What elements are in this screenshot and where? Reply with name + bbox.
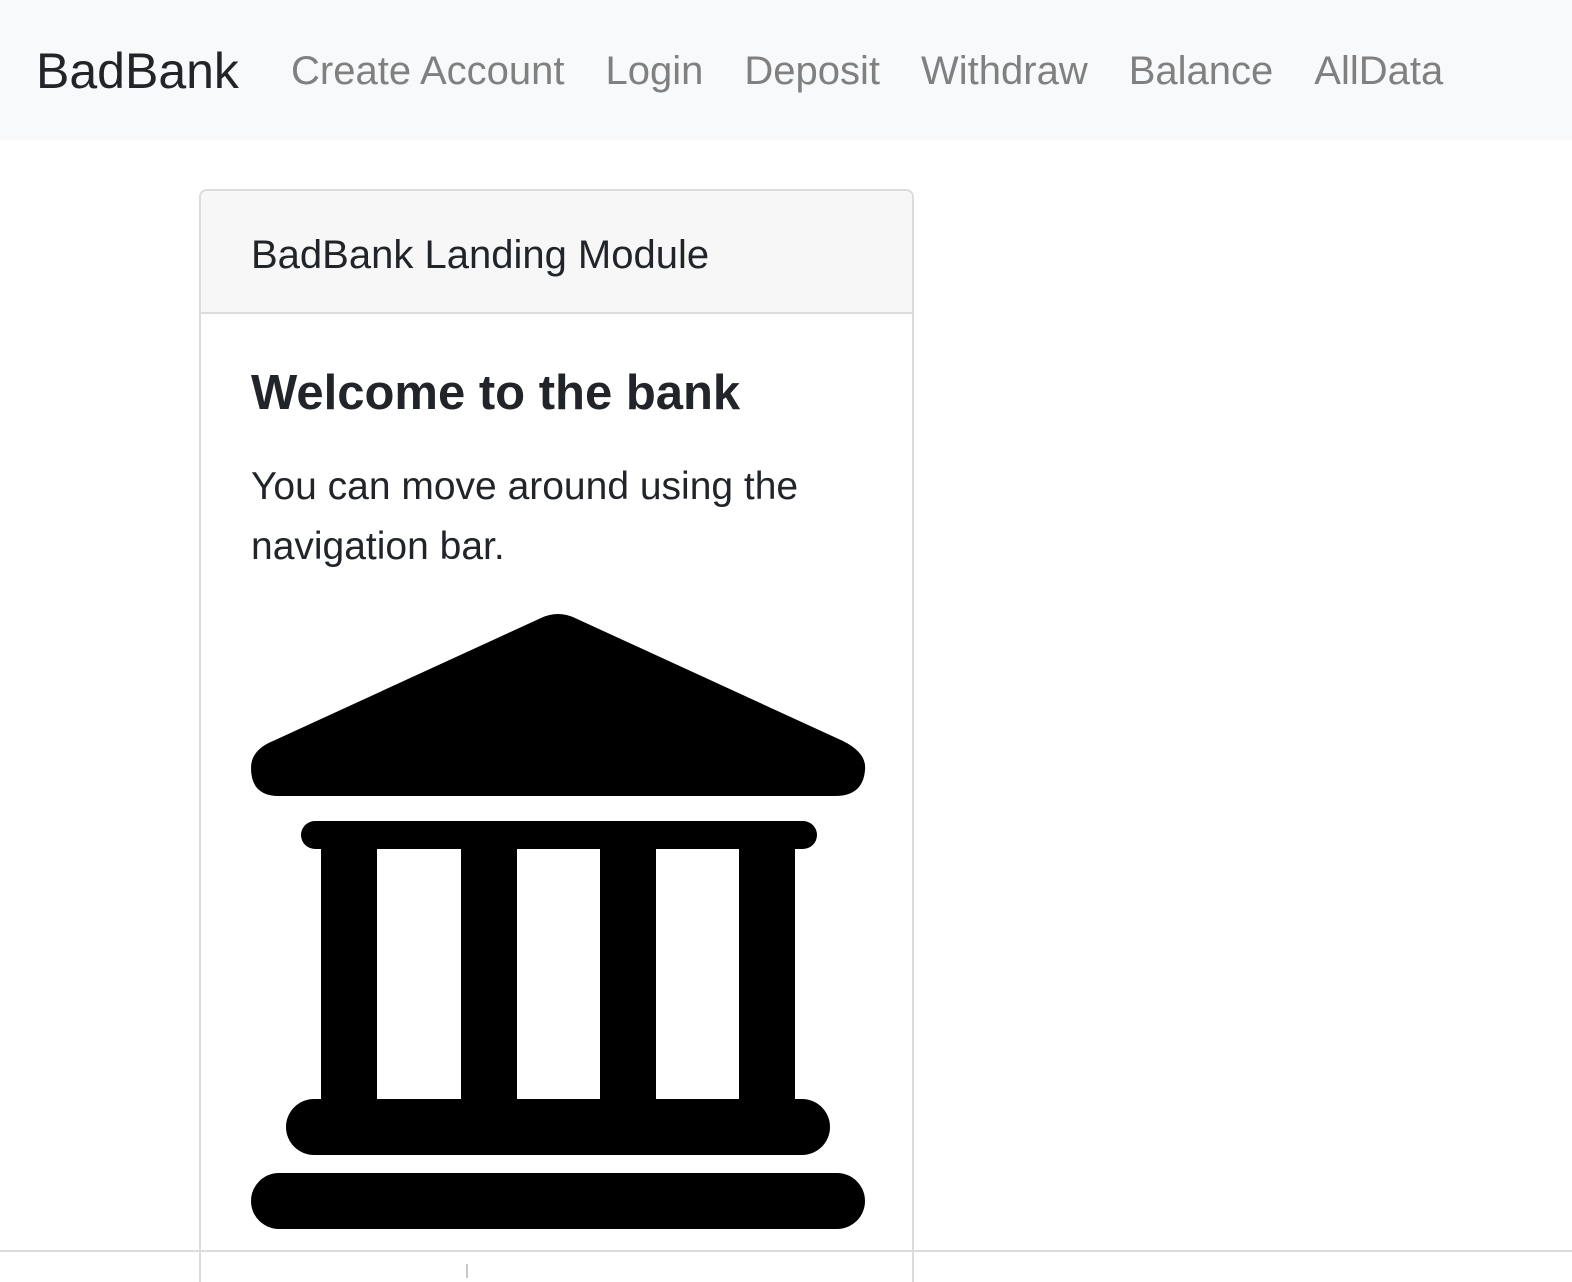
bank-icon xyxy=(251,614,866,1229)
nav-links: Create Account Login Deposit Withdraw Ba… xyxy=(291,44,1443,98)
landing-card: BadBank Landing Module Welcome to the ba… xyxy=(199,189,914,1282)
nav-link-withdraw[interactable]: Withdraw xyxy=(921,44,1088,98)
card-text: You can move around using the navigation… xyxy=(251,465,799,568)
card-header-title: BadBank Landing Module xyxy=(251,233,710,277)
bottom-divider xyxy=(0,1250,1572,1252)
card-header: BadBank Landing Module xyxy=(201,191,912,314)
nav-link-deposit[interactable]: Deposit xyxy=(744,44,880,98)
nav-link-alldata[interactable]: AllData xyxy=(1314,44,1443,98)
card-title: Welcome to the bank xyxy=(251,366,741,420)
text-cursor xyxy=(466,1264,468,1278)
brand-link[interactable]: BadBank xyxy=(36,40,239,102)
nav-link-login[interactable]: Login xyxy=(606,44,704,98)
nav-link-create-account[interactable]: Create Account xyxy=(291,44,565,98)
navbar: BadBank Create Account Login Deposit Wit… xyxy=(0,0,1572,140)
nav-link-balance[interactable]: Balance xyxy=(1129,44,1274,98)
